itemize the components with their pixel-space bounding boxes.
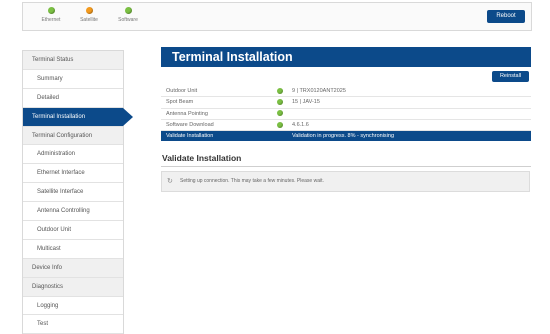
sidebar-item-test[interactable]: Test	[23, 315, 123, 334]
ethernet-status: Ethernet	[33, 7, 69, 23]
status-row-validate-installation: Validate Installation Validation in prog…	[161, 131, 531, 142]
satellite-status-light-icon	[85, 7, 93, 14]
progress-message-box: ↻ Setting up connection. This may take a…	[161, 171, 530, 192]
status-row-antenna-pointing: Antenna Pointing	[161, 109, 531, 120]
sidebar-item-antenna-controlling[interactable]: Antenna Controlling	[23, 202, 123, 222]
section-title: Validate Installation	[162, 153, 242, 163]
software-status-label: Software	[118, 17, 138, 23]
reboot-button[interactable]: Reboot	[487, 10, 525, 23]
row-value: 15 | JAV-15	[292, 99, 320, 106]
status-row-software-download: Software Download 4.6.1.6	[161, 120, 531, 132]
progress-message: Setting up connection. This may take a f…	[180, 178, 324, 184]
sidebar-item-satellite-interface[interactable]: Satellite Interface	[23, 183, 123, 203]
row-label: Spot Beam	[166, 99, 194, 106]
row-value: 4.6.1.6	[292, 121, 309, 128]
sidebar-group-diagnostics[interactable]: Diagnostics	[23, 277, 123, 297]
sidebar-nav: Terminal Status Summary Detailed Termina…	[22, 50, 133, 334]
status-ok-icon	[277, 87, 283, 94]
page-title: Terminal Installation	[161, 47, 531, 67]
sidebar-group-device-info[interactable]: Device Info	[23, 258, 123, 278]
sidebar-item-summary[interactable]: Summary	[23, 70, 123, 89]
status-ok-icon	[277, 121, 283, 128]
software-status: Software	[110, 7, 146, 23]
sidebar-item-detailed[interactable]: Detailed	[23, 89, 123, 108]
status-row-outdoor-unit: Outdoor Unit 9 | TRX0120ANT2025	[161, 86, 531, 98]
section-divider	[161, 166, 531, 167]
software-status-light-icon	[124, 7, 132, 14]
status-ok-icon	[277, 110, 283, 117]
status-row-spot-beam: Spot Beam 15 | JAV-15	[161, 97, 531, 109]
main-content: Terminal Installation Reinstall Outdoor …	[161, 47, 531, 192]
row-value: 9 | TRX0120ANT2025	[292, 88, 346, 94]
ethernet-status-label: Ethernet	[41, 17, 61, 23]
ethernet-status-light-icon	[47, 7, 55, 14]
sidebar-group-terminal-status[interactable]: Terminal Status	[23, 51, 123, 70]
row-label: Outdoor Unit	[166, 88, 198, 94]
sidebar-item-administration[interactable]: Administration	[23, 145, 123, 165]
top-status-bar: Ethernet Satellite Software Reboot	[22, 2, 532, 31]
sidebar-item-outdoor-unit[interactable]: Outdoor Unit	[23, 221, 123, 240]
sidebar-group-terminal-configuration[interactable]: Terminal Configuration	[23, 126, 123, 146]
satellite-status-label: Satellite	[80, 17, 98, 23]
spinner-icon: ↻	[167, 178, 173, 185]
reinstall-button[interactable]: Reinstall	[492, 71, 529, 82]
sidebar-item-ethernet-interface[interactable]: Ethernet Interface	[23, 164, 123, 184]
status-ok-icon	[277, 98, 283, 105]
satellite-status: Satellite	[71, 7, 107, 23]
installation-status-table: Outdoor Unit 9 | TRX0120ANT2025 Spot Bea…	[161, 86, 531, 142]
row-label: Software Download	[166, 121, 214, 128]
row-value: Validation in progress. 8% - synchronisi…	[292, 133, 395, 140]
row-label: Validate Installation	[166, 133, 214, 140]
sidebar-item-terminal-installation[interactable]: Terminal Installation	[23, 107, 133, 127]
sidebar-item-multicast[interactable]: Multicast	[23, 240, 123, 259]
sidebar-item-logging[interactable]: Logging	[23, 297, 123, 316]
row-label: Antenna Pointing	[166, 110, 208, 117]
